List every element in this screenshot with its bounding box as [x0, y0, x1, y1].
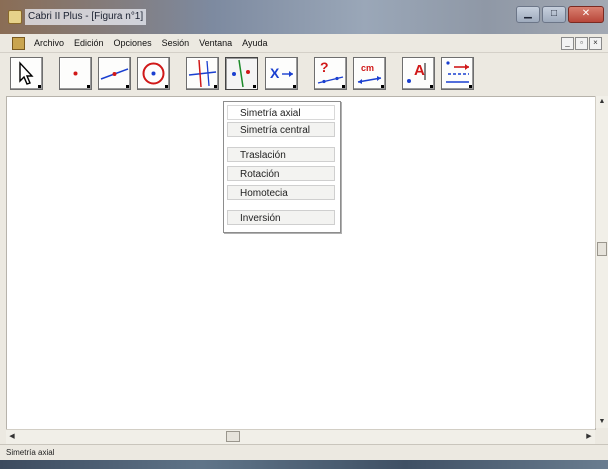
menu-item-simetria-axial[interactable]: Simetría axial [227, 105, 335, 120]
doc-close-button[interactable]: × [589, 37, 602, 50]
circle-tool[interactable] [137, 57, 170, 90]
construct-tool[interactable] [186, 57, 219, 90]
menu-ayuda[interactable]: Ayuda [242, 36, 267, 50]
display-tool[interactable]: A [402, 57, 435, 90]
menu-item-inversion[interactable]: Inversión [227, 210, 335, 225]
horizontal-scrollbar[interactable]: ◀ ▶ [6, 429, 595, 444]
transform-dropdown-menu: Simetría axial Simetría central Traslaci… [223, 101, 341, 233]
close-button[interactable]: ✕ [568, 6, 604, 23]
toolbar: X ? cm A [0, 53, 608, 95]
transform-tool[interactable] [225, 57, 258, 90]
menu-archivo[interactable]: Archivo [34, 36, 64, 50]
window-controls: ▁ □ ✕ [516, 6, 604, 23]
horizontal-scroll-thumb[interactable] [226, 431, 240, 442]
status-text: Simetría axial [6, 448, 55, 457]
scroll-up-arrow[interactable]: ▲ [596, 96, 608, 108]
menu-item-simetria-central[interactable]: Simetría central [227, 122, 335, 137]
draw-tool[interactable] [441, 57, 474, 90]
window-title: Cabri II Plus - [Figura n°1] [25, 9, 147, 25]
point-tool[interactable] [59, 57, 92, 90]
menu-opciones[interactable]: Opciones [114, 36, 152, 50]
status-bar: Simetría axial [0, 444, 608, 461]
document-icon[interactable] [12, 37, 25, 50]
pointer-tool[interactable] [10, 57, 43, 90]
menu-edicion[interactable]: Edición [74, 36, 104, 50]
line-tool[interactable] [98, 57, 131, 90]
vertical-scroll-thumb[interactable] [597, 242, 607, 256]
macro-tool[interactable]: X [265, 57, 298, 90]
menu-item-homotecia[interactable]: Homotecia [227, 185, 335, 200]
menu-item-rotacion[interactable]: Rotación [227, 166, 335, 181]
doc-minimize-button[interactable]: _ [561, 37, 574, 50]
doc-restore-button[interactable]: ▫ [575, 37, 588, 50]
a-label: A [414, 62, 425, 79]
macro-x-label: X [270, 65, 280, 81]
menu-item-traslacion[interactable]: Traslación [227, 147, 335, 162]
measure-tool[interactable]: cm [353, 57, 386, 90]
vertical-scrollbar[interactable]: ▲ ▼ [595, 96, 608, 428]
app-icon [8, 10, 22, 24]
scroll-right-arrow[interactable]: ▶ [583, 430, 595, 444]
cabri-window: Cabri II Plus - [Figura n°1] ▁ □ ✕ Archi… [0, 0, 608, 469]
menu-ventana[interactable]: Ventana [199, 36, 232, 50]
check-property-tool[interactable]: ? [314, 57, 347, 90]
menu-bar: Archivo Edición Opciones Sesión Ventana … [0, 34, 608, 53]
scroll-left-arrow[interactable]: ◀ [6, 430, 18, 444]
minimize-button[interactable]: ▁ [516, 6, 540, 23]
cm-label: cm [361, 63, 375, 73]
scroll-down-arrow[interactable]: ▼ [596, 416, 608, 428]
menu-sesion[interactable]: Sesión [162, 36, 190, 50]
document-controls: _ ▫ × [561, 37, 602, 50]
title-bar[interactable]: Cabri II Plus - [Figura n°1] ▁ □ ✕ [0, 0, 608, 34]
maximize-button[interactable]: □ [542, 6, 566, 23]
taskbar [0, 460, 608, 469]
question-label: ? [320, 59, 329, 75]
menu-items: Archivo Edición Opciones Sesión Ventana … [34, 36, 268, 50]
